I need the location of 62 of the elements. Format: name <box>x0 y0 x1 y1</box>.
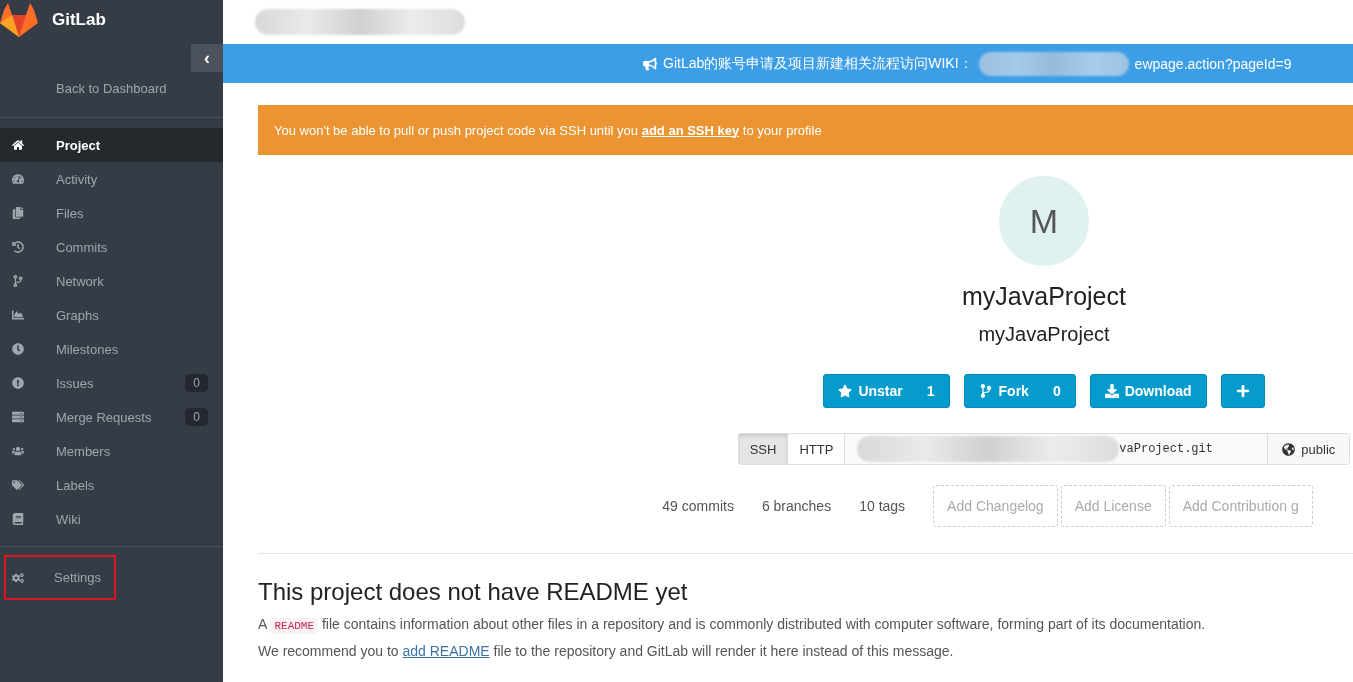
gauge-icon <box>12 173 24 185</box>
tags-icon <box>12 479 24 491</box>
readme-paragraph: A README file contains information about other files in a repository and is commonly distributed with computer software, forming part of its documentation. <box>258 616 1207 635</box>
alert-icon <box>12 377 24 389</box>
star-icon <box>838 384 853 398</box>
add-file-link[interactable]: Add Changelog <box>933 485 1058 527</box>
brand-name: GitLab <box>52 10 106 30</box>
stat-link[interactable]: 6 branches <box>761 498 832 514</box>
chart-icon <box>12 309 24 321</box>
sidebar-item[interactable]: Settings <box>4 555 116 600</box>
fork-icon <box>978 384 993 398</box>
readme-heading: This project does not have README yet <box>258 578 689 606</box>
sidebar-item[interactable]: Commits <box>0 230 223 264</box>
sidebar-item[interactable]: Wiki <box>0 502 223 536</box>
stat-link[interactable]: 49 commits <box>662 498 734 514</box>
clone-url-field[interactable]: vaProject.git <box>845 434 1269 464</box>
back-link[interactable]: Back to Dashboard <box>0 72 223 117</box>
add-file-link[interactable]: Add Contribution g <box>1168 485 1313 527</box>
plus-icon <box>1235 384 1250 398</box>
stat-link[interactable]: 10 tags <box>859 498 906 514</box>
banner-text: GitLab的账号申请及项目新建相关流程访问WIKI： <box>663 54 973 73</box>
megaphone-icon <box>643 56 657 71</box>
project-title: myJavaProject <box>962 282 1126 311</box>
alert-text: You won't be able to pull or push project code via SSH until you add an SSH key to your profile <box>274 122 822 138</box>
star-button[interactable]: Unstar 1 <box>823 374 950 408</box>
cogs-icon <box>12 571 24 584</box>
protocol-tab[interactable]: SSH <box>738 434 789 464</box>
sidebar-item[interactable]: Members <box>0 434 223 468</box>
globe-icon <box>1282 442 1296 456</box>
ssh-key-link[interactable]: add an SSH key <box>641 122 740 138</box>
download-button[interactable]: Download <box>1089 374 1207 408</box>
sidebar-item[interactable]: Labels <box>0 468 223 502</box>
count-badge: 0 <box>185 408 208 426</box>
sidebar-item[interactable]: Graphs <box>0 298 223 332</box>
download-icon <box>1104 384 1119 398</box>
server-icon <box>12 411 24 423</box>
plus-button[interactable] <box>1220 374 1265 408</box>
home-icon <box>12 139 24 151</box>
fox-logo-icon <box>0 2 38 38</box>
history-icon <box>12 241 24 253</box>
branch-icon <box>12 275 24 287</box>
sidebar-item[interactable]: Project <box>0 128 223 162</box>
visibility-label: public <box>1268 434 1350 464</box>
project-subtitle: myJavaProject <box>978 323 1110 346</box>
sidebar-item[interactable]: Issues 0 <box>0 366 223 400</box>
project-avatar: M <box>999 176 1089 266</box>
sidebar-item[interactable]: Activity <box>0 162 223 196</box>
sidebar-item[interactable]: Milestones <box>0 332 223 366</box>
collapse-button[interactable]: ‹ <box>191 44 223 72</box>
fork-button[interactable]: Fork 0 <box>963 374 1076 408</box>
count-badge: 0 <box>185 374 208 392</box>
book-icon <box>12 513 24 525</box>
clock-icon <box>12 343 24 355</box>
add-readme-link[interactable]: add README <box>402 643 490 659</box>
sidebar-item[interactable]: Network <box>0 264 223 298</box>
sidebar-item[interactable]: Files <box>0 196 223 230</box>
readme-paragraph: We recommend you to add README file to the repository and GitLab will render it here instead of this message. <box>258 643 955 660</box>
banner-link-tail: ewpage.action?pageId=9 <box>1134 55 1292 72</box>
files-icon <box>12 207 24 219</box>
sidebar-item[interactable]: Merge Requests 0 <box>0 400 223 434</box>
add-file-link[interactable]: Add License <box>1060 485 1166 527</box>
users-icon <box>12 445 24 457</box>
